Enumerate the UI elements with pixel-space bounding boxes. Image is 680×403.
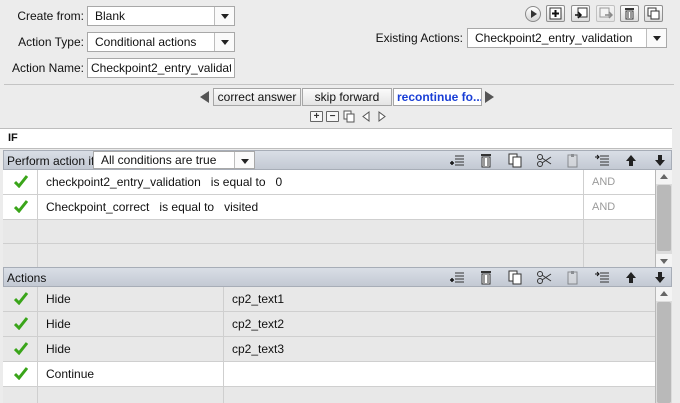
copy-decision-icon[interactable] [343, 110, 356, 123]
table-row[interactable]: checkpoint2_entry_validation is equal to… [3, 170, 655, 195]
check-icon[interactable] [14, 200, 28, 213]
move-right-icon[interactable] [377, 111, 387, 122]
condition-operator[interactable]: is equal to [211, 175, 266, 189]
chevron-down-icon [214, 7, 234, 25]
delete-icon[interactable] [620, 5, 639, 22]
cut-row-icon[interactable] [536, 270, 552, 285]
action-name[interactable]: Continue [46, 362, 94, 386]
scroll-thumb[interactable] [657, 185, 671, 251]
preview-icon[interactable] [525, 6, 541, 22]
divider [4, 84, 674, 85]
conditions-header: Perform action if: All conditions are tr… [3, 150, 672, 170]
condition-value[interactable]: visited [224, 200, 258, 214]
insert-row-icon[interactable] [449, 153, 465, 168]
table-row[interactable] [3, 387, 655, 403]
table-row[interactable]: Hide cp2_text3 [3, 337, 655, 362]
action-name-field[interactable] [87, 58, 235, 78]
delete-row-icon[interactable] [478, 270, 494, 285]
if-section-label: IF [0, 128, 672, 149]
perform-action-label: Perform action if: [7, 154, 98, 168]
perform-condition-value: All conditions are true [101, 153, 217, 167]
remove-decision-icon[interactable]: − [326, 111, 339, 122]
condition-variable[interactable]: checkpoint2_entry_validation [46, 175, 201, 189]
duplicate-icon[interactable] [644, 5, 663, 22]
condition-join[interactable]: AND [592, 195, 615, 219]
conditions-grid: checkpoint2_entry_validation is equal to… [3, 170, 655, 268]
copy-row-icon[interactable] [507, 270, 523, 285]
move-down-icon[interactable] [652, 153, 668, 168]
move-up-icon[interactable] [623, 270, 639, 285]
action-type-value: Conditional actions [95, 35, 197, 49]
create-from-value: Blank [95, 9, 126, 23]
chevron-down-icon [646, 29, 666, 47]
action-name[interactable]: Hide [46, 337, 71, 361]
table-row[interactable] [3, 220, 655, 244]
check-icon[interactable] [14, 175, 28, 188]
add-icon[interactable] [546, 5, 565, 22]
table-row[interactable]: Continue [3, 362, 655, 387]
import-icon[interactable] [571, 5, 590, 22]
create-from-select[interactable]: Blank [87, 6, 235, 26]
cut-row-icon[interactable] [536, 153, 552, 168]
create-from-label: Create from: [17, 9, 84, 23]
action-target[interactable]: cp2_text2 [232, 312, 284, 336]
chevron-down-icon [214, 33, 234, 51]
actions-label: Actions [7, 271, 47, 285]
export-icon[interactable] [596, 5, 615, 22]
scroll-up-icon[interactable] [656, 287, 672, 301]
check-icon[interactable] [14, 317, 28, 330]
delete-row-icon[interactable] [478, 153, 494, 168]
chevron-down-icon [234, 152, 254, 168]
tab-skip-forward[interactable]: skip forward [302, 88, 392, 106]
table-row[interactable] [3, 244, 655, 268]
action-target[interactable]: cp2_text3 [232, 337, 284, 361]
actions-header: Actions [3, 267, 672, 287]
condition-join[interactable]: AND [592, 170, 615, 194]
add-decision-icon[interactable]: + [310, 111, 323, 122]
move-left-icon[interactable] [361, 111, 371, 122]
table-row[interactable]: Hide cp2_text2 [3, 312, 655, 337]
perform-condition-select[interactable]: All conditions are true [93, 151, 255, 169]
paste-row-icon[interactable] [565, 270, 581, 285]
condition-value[interactable]: 0 [276, 175, 283, 189]
table-row[interactable]: Hide cp2_text1 [3, 287, 655, 312]
table-row[interactable]: Checkpoint_correct is equal to visited A… [3, 195, 655, 220]
insert-above-icon[interactable] [594, 153, 610, 168]
existing-actions-value: Checkpoint2_entry_validation [475, 31, 633, 45]
insert-above-icon[interactable] [594, 270, 610, 285]
existing-actions-label: Existing Actions: [375, 31, 463, 45]
action-type-label: Action Type: [18, 35, 84, 49]
conditions-scrollbar[interactable] [655, 170, 672, 268]
tab-recontinue[interactable]: recontinue fo... [393, 88, 482, 106]
existing-actions-select[interactable]: Checkpoint2_entry_validation [467, 28, 667, 48]
paste-row-icon[interactable] [565, 153, 581, 168]
condition-variable[interactable]: Checkpoint_correct [46, 200, 149, 214]
action-name-label: Action Name: [11, 61, 84, 75]
tab-correct-answer[interactable]: correct answer [213, 88, 301, 106]
panel-edge [672, 128, 680, 403]
actions-grid: Hide cp2_text1 Hide cp2_text2 Hide cp2_t… [3, 287, 655, 403]
actions-scrollbar[interactable] [655, 287, 672, 403]
copy-row-icon[interactable] [507, 153, 523, 168]
scroll-down-icon[interactable] [656, 254, 672, 268]
check-icon[interactable] [14, 292, 28, 305]
action-type-select[interactable]: Conditional actions [87, 32, 235, 52]
scroll-up-icon[interactable] [656, 170, 672, 184]
action-target[interactable]: cp2_text1 [232, 287, 284, 311]
action-name[interactable]: Hide [46, 312, 71, 336]
move-down-icon[interactable] [652, 270, 668, 285]
check-icon[interactable] [14, 367, 28, 380]
condition-expression[interactable]: Checkpoint_correct is equal to visited [46, 195, 576, 219]
scroll-thumb[interactable] [657, 302, 671, 403]
action-name[interactable]: Hide [46, 287, 71, 311]
condition-operator[interactable]: is equal to [159, 200, 214, 214]
insert-row-icon[interactable] [449, 270, 465, 285]
scroll-right-icon[interactable] [485, 91, 494, 103]
condition-expression[interactable]: checkpoint2_entry_validation is equal to… [46, 170, 576, 194]
check-icon[interactable] [14, 342, 28, 355]
move-up-icon[interactable] [623, 153, 639, 168]
scroll-left-icon[interactable] [200, 91, 209, 103]
